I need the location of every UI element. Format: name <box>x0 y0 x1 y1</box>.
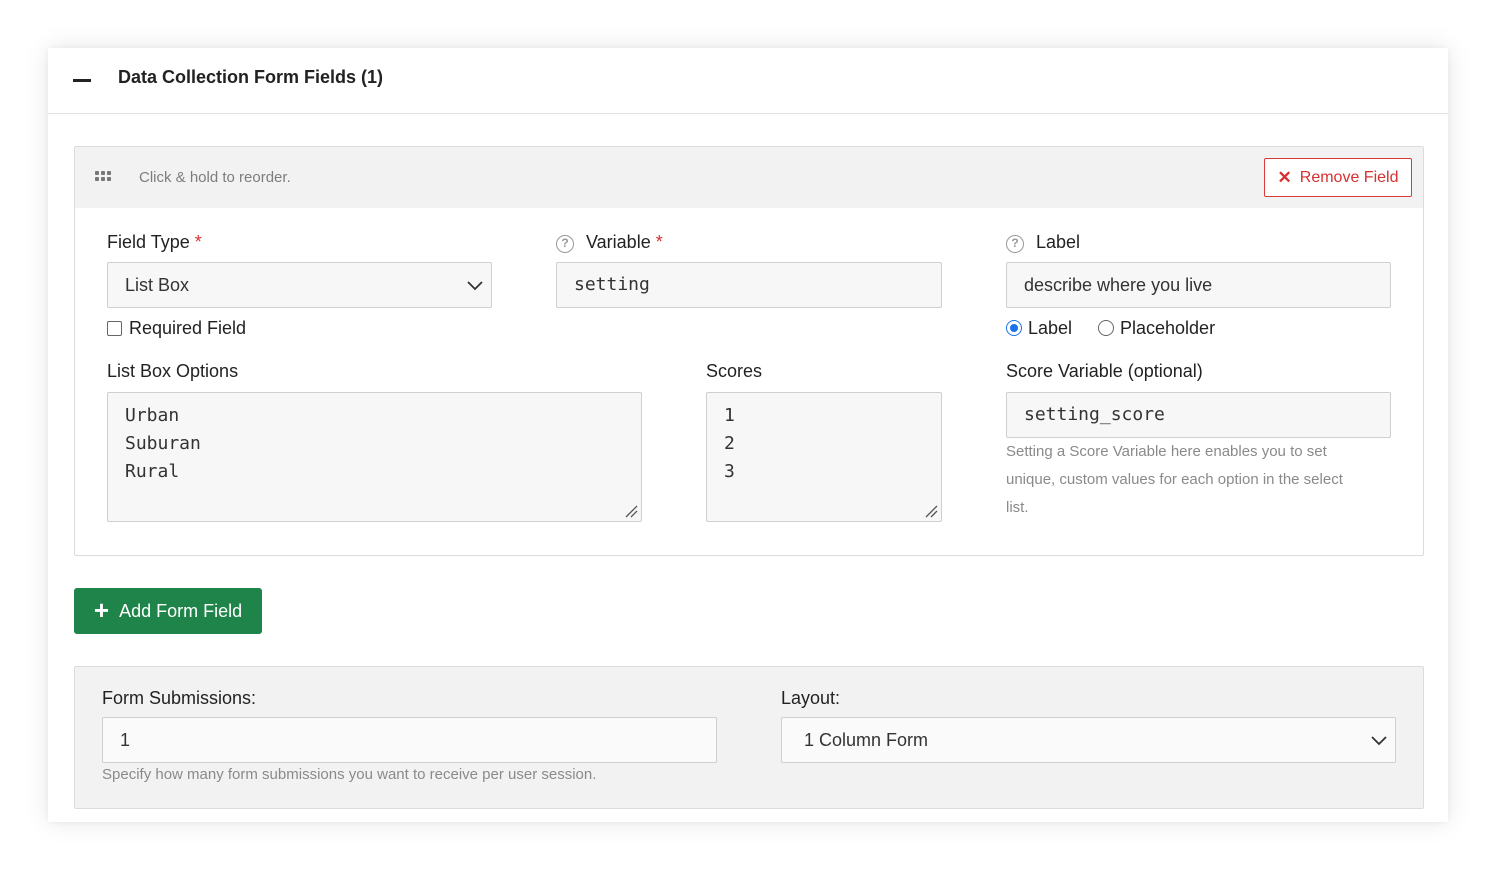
layout-label: Layout: <box>781 688 841 708</box>
score-variable-help: Setting a Score Variable here enables yo… <box>1006 443 1343 516</box>
label-input[interactable]: describe where you live <box>1006 262 1391 308</box>
question-circle-icon[interactable]: ? <box>556 235 574 253</box>
placeholder-radio[interactable] <box>1098 320 1114 336</box>
scores-label: Scores <box>706 361 763 381</box>
field-type-value: List Box <box>125 275 190 295</box>
form-fields-panel: Data Collection Form Fields (1) Click & … <box>48 48 1448 822</box>
form-submissions-label: Form Submissions: <box>102 688 257 708</box>
option-line: Suburan <box>125 433 201 454</box>
score-variable-label: Score Variable (optional) <box>1006 361 1203 381</box>
panel-title: Data Collection Form Fields (1) <box>118 67 384 87</box>
required-field-checkbox[interactable] <box>107 320 122 336</box>
label-field-label: ? Label <box>1006 231 1080 253</box>
field-type-label: Field Type * <box>107 232 202 252</box>
resize-handle-icon[interactable] <box>624 504 638 518</box>
label-radio[interactable] <box>1006 320 1022 336</box>
required-asterisk: * <box>655 232 663 252</box>
score-variable-input[interactable]: setting_score <box>1006 392 1391 438</box>
list-box-options-textarea[interactable]: Urban Suburan Rural <box>107 392 642 522</box>
close-icon: ✕ <box>1277 167 1292 187</box>
label-mode-radio-label[interactable]: Label <box>1006 317 1072 339</box>
list-box-options-label: List Box Options <box>107 361 239 381</box>
option-line: Urban <box>125 405 180 426</box>
variable-label: ? Variable * <box>556 231 663 253</box>
question-circle-icon[interactable]: ? <box>1006 235 1024 253</box>
form-submissions-help: Specify how many form submissions you wa… <box>102 766 597 783</box>
remove-field-button[interactable]: ✕ Remove Field <box>1264 158 1412 197</box>
minus-icon[interactable] <box>70 68 96 94</box>
option-line: Rural <box>125 461 180 482</box>
variable-input[interactable]: setting <box>556 262 942 308</box>
panel-header: Data Collection Form Fields (1) <box>48 48 1448 114</box>
form-field-card: Click & hold to reorder. ✕ Remove Field … <box>74 146 1424 556</box>
field-type-select[interactable]: List Box <box>107 262 492 308</box>
reorder-hint: Click & hold to reorder. <box>139 169 291 186</box>
score-line: 2 <box>724 433 735 454</box>
score-line: 3 <box>724 461 735 482</box>
required-asterisk: * <box>194 232 202 252</box>
remove-field-label: Remove Field <box>1299 168 1399 186</box>
score-line: 1 <box>724 405 735 426</box>
label-mode-radio-placeholder[interactable]: Placeholder <box>1098 317 1215 339</box>
layout-select[interactable]: 1 Column Form <box>781 717 1396 763</box>
grip-dots-icon[interactable] <box>95 171 115 185</box>
field-card-header[interactable]: Click & hold to reorder. ✕ Remove Field <box>75 147 1423 208</box>
required-field-label: Required Field <box>129 318 247 338</box>
required-field-toggle[interactable]: Required Field <box>107 317 246 339</box>
resize-handle-icon[interactable] <box>924 504 938 518</box>
form-settings: Form Submissions: 1 Specify how many for… <box>74 666 1424 809</box>
add-form-field-button[interactable]: + Add Form Field <box>74 588 262 634</box>
chevron-down-icon <box>467 281 483 291</box>
add-form-field-label: Add Form Field <box>119 600 243 621</box>
plus-icon: + <box>93 595 110 625</box>
form-submissions-input[interactable]: 1 <box>102 717 717 763</box>
chevron-down-icon <box>1371 736 1387 746</box>
scores-textarea[interactable]: 1 2 3 <box>706 392 942 522</box>
layout-value: 1 Column Form <box>804 730 929 750</box>
